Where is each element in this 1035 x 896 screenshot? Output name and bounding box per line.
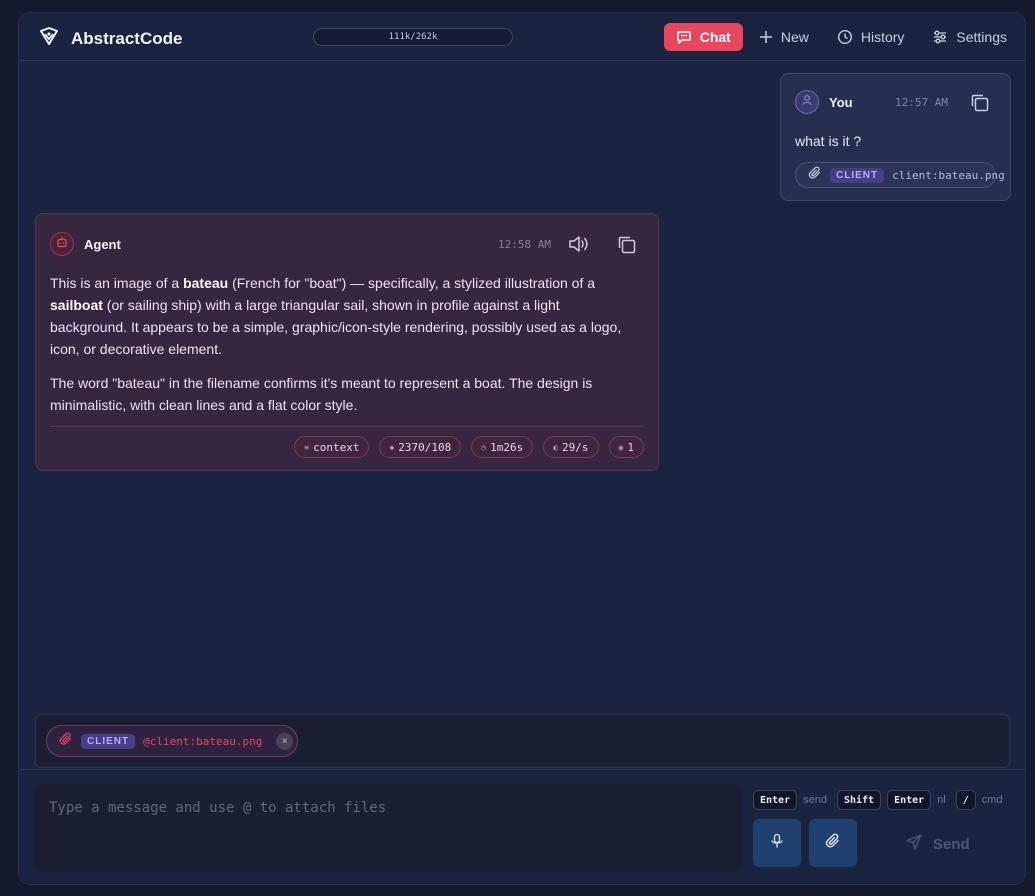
user-avatar: [795, 90, 819, 114]
paperclip-icon: [808, 166, 822, 185]
paperclip-icon: [825, 833, 841, 854]
nav-history[interactable]: History: [825, 23, 917, 51]
logo[interactable]: AbstractCode: [39, 26, 182, 51]
agent-message-body: This is an image of a bateau (French for…: [50, 272, 640, 428]
agent-avatar: [50, 232, 74, 256]
composer: Enter send Shift Enter nl / cmd Send: [19, 769, 1025, 884]
agent-paragraph: The word "bateau" in the filename confir…: [50, 375, 593, 413]
remove-attachment-button[interactable]: ×: [276, 732, 294, 750]
copy-icon[interactable]: [616, 234, 638, 261]
stat-duration: ◷ 1m26s: [471, 436, 534, 458]
copy-icon[interactable]: [969, 92, 991, 119]
nav-chat-label: Chat: [699, 29, 731, 45]
user-icon: [801, 93, 813, 111]
microphone-button[interactable]: [753, 819, 801, 867]
divider: [50, 426, 644, 427]
message-stats: ≡ context ◆ 2370/108 ◷ 1m26s ◐ 29/s ◉ 1: [294, 436, 644, 458]
robot-icon: [56, 235, 68, 253]
main-nav: Chat New History Settings: [660, 23, 1025, 51]
stat-rate: ◐ 29/s: [543, 436, 599, 458]
nav-new-label: New: [780, 29, 809, 45]
attachment-filename: client:bateau.png: [892, 168, 1005, 182]
nav-settings-label: Settings: [956, 29, 1007, 45]
speaker-icon[interactable]: [568, 234, 590, 259]
attach-button[interactable]: [809, 819, 857, 867]
app-window: AbstractCode 111k/262k Chat New History …: [18, 12, 1026, 885]
gauge-icon: ◐: [553, 442, 559, 452]
hint-newline: nl: [937, 794, 946, 806]
pending-attachment-filename: @client:bateau.png: [143, 734, 263, 748]
context-usage-bar: 111k/262k: [313, 28, 513, 46]
paperclip-icon: [59, 732, 73, 751]
brand-name: AbstractCode: [71, 28, 183, 48]
message-input[interactable]: [35, 784, 741, 872]
diamond-icon: ◆: [389, 442, 395, 452]
stat-context[interactable]: ≡ context: [294, 436, 370, 458]
header: AbstractCode 111k/262k Chat New History …: [19, 13, 1025, 61]
dot-icon: ◉: [618, 442, 624, 452]
pending-attachment-chip[interactable]: CLIENT @client:bateau.png ×: [46, 725, 298, 757]
agent-message: Agent 12:58 AM This is an image of a bat…: [35, 213, 659, 471]
send-button[interactable]: Send: [905, 833, 970, 855]
client-tag: CLIENT: [81, 733, 136, 749]
kbd-shift: Shift: [836, 790, 882, 810]
keyboard-hints: Enter send Shift Enter nl / cmd: [753, 790, 1007, 810]
client-tag: CLIENT: [830, 167, 885, 183]
logo-icon: [39, 26, 59, 51]
nav-history-label: History: [860, 29, 905, 45]
plus-icon: [759, 30, 773, 44]
pending-attachments: CLIENT @client:bateau.png ×: [35, 714, 1010, 768]
nav-new[interactable]: New: [747, 23, 821, 51]
user-message-text: what is it ?: [795, 133, 862, 149]
chat-bubble-icon: [676, 29, 692, 45]
microphone-icon: [769, 833, 785, 854]
user-name: You: [829, 95, 853, 110]
message-attachment-chip[interactable]: CLIENT client:bateau.png: [795, 162, 1005, 188]
user-message: You 12:57 AM what is it ? CLIENT client:…: [780, 73, 1011, 201]
sliders-icon: [932, 29, 948, 45]
hint-send: send: [803, 794, 827, 806]
kbd-enter: Enter: [753, 790, 798, 810]
clock-icon: [837, 29, 853, 45]
hint-command: cmd: [981, 794, 1003, 806]
nav-chat[interactable]: Chat: [663, 23, 743, 51]
agent-timestamp: 12:58 AM: [498, 238, 551, 251]
list-icon: ≡: [304, 442, 310, 452]
agent-paragraph: This is an image of a bateau (French for…: [50, 275, 622, 357]
kbd-slash: /: [955, 790, 976, 810]
send-icon: [905, 833, 923, 855]
user-timestamp: 12:57 AM: [895, 96, 948, 109]
agent-name: Agent: [84, 237, 121, 252]
stat-count: ◉ 1: [608, 436, 644, 458]
kbd-enter: Enter: [887, 790, 932, 810]
clock-icon: ◷: [481, 442, 487, 452]
send-label: Send: [933, 835, 970, 853]
nav-settings[interactable]: Settings: [920, 23, 1019, 51]
stat-tokens: ◆ 2370/108: [379, 436, 462, 458]
